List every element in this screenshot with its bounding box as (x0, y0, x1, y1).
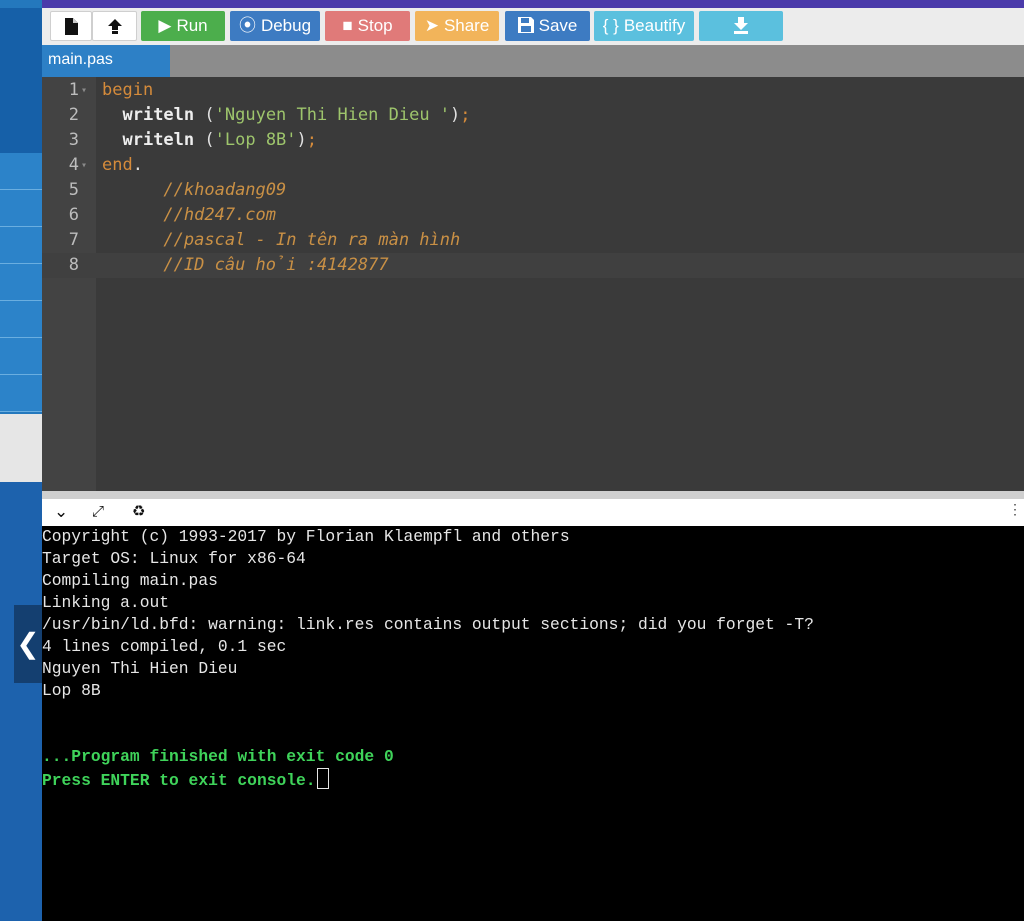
code-line: 2 writeln ('Nguyen Thi Hien Dieu '); (42, 103, 1024, 128)
window-top-stripe (0, 0, 1024, 8)
play-icon: ▶ (158, 16, 172, 35)
run-label: Run (176, 16, 208, 35)
sidebar-item[interactable] (0, 264, 42, 301)
clear-console-icon[interactable]: ♻ (132, 501, 145, 523)
share-icon: ➤ (424, 16, 439, 35)
debug-label: Debug (260, 16, 312, 35)
text-cursor (316, 768, 329, 789)
tab-main-pas[interactable]: main.pas (42, 45, 170, 77)
collapse-sidebar-button[interactable]: ❮ (14, 605, 42, 683)
sidebar-item[interactable] (0, 375, 42, 412)
function-name: writeln (122, 105, 195, 125)
panel-splitter[interactable] (42, 491, 1024, 499)
expand-icon[interactable]: ⤢ (92, 501, 104, 523)
share-button[interactable]: ➤ Share (415, 11, 499, 41)
code-line: 4 ▾ end. (42, 153, 1024, 178)
code-line: 6 //hd247.com (42, 203, 1024, 228)
beautify-label: Beautify (623, 16, 686, 35)
line-number: 4 (68, 155, 79, 175)
collapse-chevron-icon[interactable]: ⌄ (54, 501, 68, 523)
download-button[interactable] (699, 11, 783, 41)
sidebar-item[interactable] (0, 190, 42, 227)
left-sidebar (0, 0, 42, 921)
press-enter-line: Press ENTER to exit console. (42, 768, 329, 792)
comment: //pascal - In tên ra màn hình (163, 230, 461, 250)
comment: //khoadang09 (163, 180, 287, 200)
line-number: 5 (68, 180, 79, 200)
debug-icon: ⦿ (238, 16, 256, 35)
console-line: Compiling main.pas (42, 571, 218, 590)
console-line: Lop 8B (42, 681, 101, 700)
fold-icon[interactable]: ▾ (81, 153, 87, 178)
code-line: 7 //pascal - In tên ra màn hình (42, 228, 1024, 253)
console-output[interactable]: Copyright (c) 1993-2017 by Florian Klaem… (42, 526, 1024, 921)
upload-button[interactable] (92, 11, 137, 41)
file-tab-bar: main.pas (42, 45, 1024, 77)
console-line: Target OS: Linux for x86-64 (42, 549, 306, 568)
line-number: 8 (68, 255, 79, 275)
console-line: Copyright (c) 1993-2017 by Florian Klaem… (42, 527, 570, 546)
console-line: Nguyen Thi Hien Dieu (42, 659, 238, 678)
line-number: 2 (68, 105, 79, 125)
chevron-left-icon: ❮ (16, 628, 40, 659)
stop-icon: ■ (342, 16, 353, 35)
beautify-button[interactable]: { } Beautify (594, 11, 694, 41)
keyword: end (102, 155, 133, 175)
beautify-icon: { } (602, 16, 619, 35)
code-line: 1 ▾ begin (42, 78, 1024, 103)
save-label: Save (538, 16, 578, 35)
string-literal: 'Lop 8B' (214, 130, 297, 150)
console-header: ⌄ ⤢ ♻ ⋮ (42, 499, 1024, 526)
share-label: Share (443, 16, 490, 35)
string-literal: 'Nguyen Thi Hien Dieu ' (214, 105, 451, 125)
tab-label: main.pas (48, 51, 113, 68)
download-icon (734, 17, 748, 34)
comment: //hd247.com (163, 205, 277, 225)
toolbar: ▶ Run ⦿ Debug ■ Stop ➤ Share Save { } Beautif… (42, 8, 1024, 45)
sidebar-gap (0, 414, 42, 482)
fold-icon[interactable]: ▾ (81, 78, 87, 103)
code-line: 3 writeln ('Lop 8B'); (42, 128, 1024, 153)
line-number: 7 (68, 230, 79, 250)
debug-button[interactable]: ⦿ Debug (230, 11, 320, 41)
save-button[interactable]: Save (505, 11, 590, 41)
stop-button[interactable]: ■ Stop (325, 11, 410, 41)
sidebar-item[interactable] (0, 338, 42, 375)
new-file-button[interactable] (50, 11, 92, 41)
upload-icon (107, 19, 122, 34)
exit-message: ...Program finished with exit code 0 (42, 747, 394, 766)
code-line: 5 //khoadang09 (42, 178, 1024, 203)
sidebar-item[interactable] (0, 301, 42, 338)
console-line: /usr/bin/ld.bfd: warning: link.res conta… (42, 615, 814, 634)
run-button[interactable]: ▶ Run (141, 11, 225, 41)
line-number: 3 (68, 130, 79, 150)
line-number: 1 (68, 80, 79, 100)
comment: //ID câu hỏi :4142877 (163, 255, 389, 275)
console-line: 4 lines compiled, 0.1 sec (42, 637, 287, 656)
console-line: Linking a.out (42, 593, 170, 612)
function-name: writeln (122, 130, 195, 150)
sidebar-item[interactable] (0, 153, 42, 190)
code-editor[interactable]: 1 ▾ begin 2 writeln ('Nguyen Thi Hien Di… (42, 77, 1024, 491)
sidebar-item[interactable] (0, 227, 42, 264)
save-icon (517, 17, 534, 33)
stop-label: Stop (357, 16, 393, 35)
press-enter-text: Press ENTER to exit console. (42, 771, 316, 790)
sidebar-top-block (0, 8, 42, 153)
line-number: 6 (68, 205, 79, 225)
sidebar-bottom-block (0, 482, 42, 921)
code-line-active: 8 //ID câu hỏi :4142877 (42, 253, 1024, 278)
new-file-icon (65, 18, 78, 35)
more-icon[interactable]: ⋮ (1008, 501, 1022, 518)
keyword: begin (102, 80, 154, 100)
